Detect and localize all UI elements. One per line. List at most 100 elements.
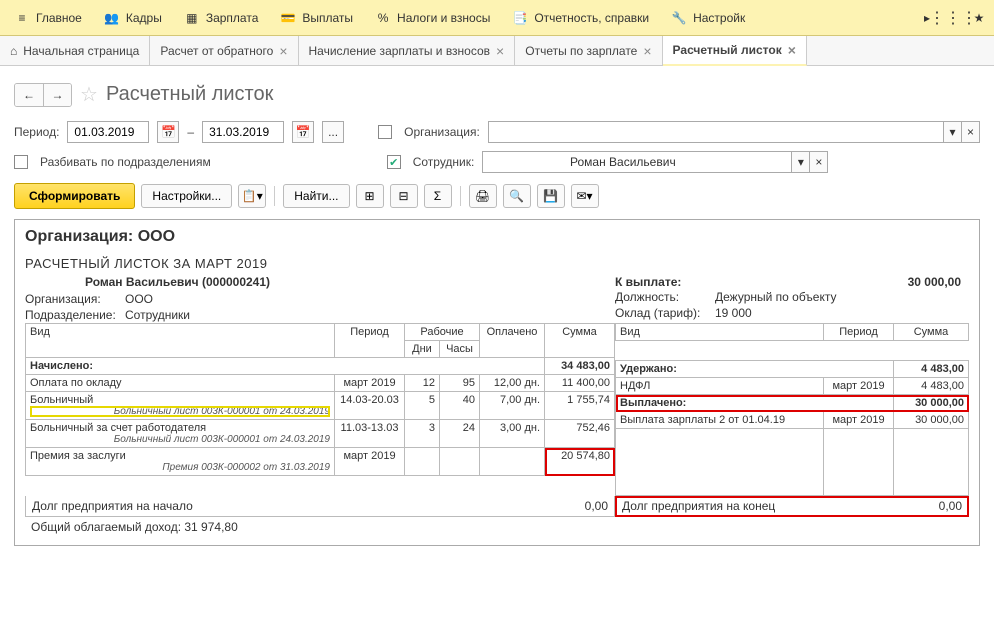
close-icon[interactable]: × bbox=[643, 43, 651, 59]
row2-period: 14.03-20.03 bbox=[335, 392, 405, 420]
report-icon: 📑 bbox=[512, 10, 528, 26]
row4-sub: Премия 003К-000002 от 31.03.2019 bbox=[30, 462, 330, 473]
separator bbox=[460, 186, 461, 206]
dropdown-icon[interactable]: ▾ bbox=[792, 151, 810, 173]
tab-home[interactable]: ⌂Начальная страница bbox=[0, 36, 150, 65]
row3-sum: 752,46 bbox=[545, 420, 615, 448]
row2-paid: 7,00 дн. bbox=[480, 392, 545, 420]
date-from[interactable] bbox=[67, 121, 149, 143]
ndfl-period: март 2019 bbox=[824, 378, 894, 395]
nav-zarplata[interactable]: ▦Зарплата bbox=[174, 4, 269, 32]
row3-paid: 3,00 дн. bbox=[480, 420, 545, 448]
tab-1[interactable]: Расчет от обратного× bbox=[150, 36, 298, 65]
tab-3-label: Отчеты по зарплате bbox=[525, 44, 637, 58]
th-dni: Дни bbox=[405, 341, 440, 358]
th-sum-r: Сумма bbox=[894, 324, 969, 341]
nav-vyplaty[interactable]: 💳Выплаты bbox=[270, 4, 363, 32]
emp-select[interactable]: Роман Васильевич bbox=[482, 151, 792, 173]
pay-val: 30 000,00 bbox=[908, 275, 961, 289]
debt-end-val: 0,00 bbox=[939, 499, 962, 513]
org-select[interactable] bbox=[488, 121, 944, 143]
sum-button[interactable]: Σ bbox=[424, 184, 452, 208]
th-vid-r: Вид bbox=[616, 324, 824, 341]
row4-vid: Премия за заслуги bbox=[30, 450, 126, 462]
accruals-table: Вид Период Рабочие Оплачено Сумма Дни Ча… bbox=[25, 323, 615, 476]
tab-home-label: Начальная страница bbox=[23, 44, 139, 58]
nav-main[interactable]: ≡Главное bbox=[4, 4, 92, 32]
close-icon[interactable]: × bbox=[279, 43, 287, 59]
close-icon[interactable]: × bbox=[496, 43, 504, 59]
row4-cell: Премия за заслугиПремия 003К-000002 от 3… bbox=[26, 448, 335, 476]
nav-back[interactable]: ← bbox=[15, 84, 43, 106]
th-sum: Сумма bbox=[545, 324, 615, 358]
close-icon[interactable]: × bbox=[788, 42, 796, 58]
emp-checkbox[interactable]: ✔ bbox=[387, 155, 401, 169]
find-button[interactable]: Найти... bbox=[283, 184, 349, 208]
pos-key: Должность: bbox=[615, 290, 715, 304]
email-button[interactable]: ✉▾ bbox=[571, 184, 599, 208]
people-icon: 👥 bbox=[104, 10, 120, 26]
tab-2-label: Начисление зарплаты и взносов bbox=[309, 44, 491, 58]
period-picker[interactable]: ... bbox=[322, 121, 344, 143]
dep-val: Сотрудники bbox=[125, 308, 190, 322]
dep-key: Подразделение: bbox=[25, 308, 125, 322]
tab-2[interactable]: Начисление зарплаты и взносов × bbox=[299, 36, 516, 65]
th-rab: Рабочие bbox=[405, 324, 480, 341]
nav-kadry[interactable]: 👥 Кадры bbox=[94, 4, 172, 32]
org-checkbox[interactable] bbox=[378, 125, 392, 139]
date-to[interactable] bbox=[202, 121, 284, 143]
collapse-button[interactable]: ⊟ bbox=[390, 184, 418, 208]
row3-period: 11.03-13.03 bbox=[335, 420, 405, 448]
apps-icon[interactable]: ⋮⋮⋮ bbox=[942, 7, 964, 29]
nav-nastroyki-label: Настройк bbox=[693, 11, 745, 25]
payout-sum: 30 000,00 bbox=[894, 412, 969, 429]
ndfl-label: НДФЛ bbox=[616, 378, 824, 395]
tab-3[interactable]: Отчеты по зарплате × bbox=[515, 36, 662, 65]
print-button[interactable]: 🖨 bbox=[469, 184, 497, 208]
nav-kadry-label: Кадры bbox=[126, 11, 162, 25]
nav-nastroyki[interactable]: 🔧 Настройк bbox=[661, 4, 755, 32]
pay-key: К выплате: bbox=[615, 275, 681, 289]
sal-val: 19 000 bbox=[715, 306, 752, 320]
row3-sub: Больничный лист 003К-000001 от 24.03.201… bbox=[30, 434, 330, 445]
nav-otchet[interactable]: 📑Отчетность, справки bbox=[502, 4, 659, 32]
wallet-icon: 💳 bbox=[280, 10, 296, 26]
nav-zarplata-label: Зарплата bbox=[206, 11, 259, 25]
paid-label: Выплачено: bbox=[616, 395, 894, 412]
split-checkbox[interactable] bbox=[14, 155, 28, 169]
row1-days: 12 bbox=[405, 375, 440, 392]
nav-nalogi[interactable]: %Налоги и взносы bbox=[365, 4, 500, 32]
submit-button[interactable]: Сформировать bbox=[14, 183, 135, 209]
page-title: Расчетный листок bbox=[106, 83, 273, 106]
row1-hours: 95 bbox=[440, 375, 480, 392]
expand-button[interactable]: ⊞ bbox=[356, 184, 384, 208]
payout-period: март 2019 bbox=[824, 412, 894, 429]
report-title: РАСЧЕТНЫЙ ЛИСТОК ЗА МАРТ 2019 bbox=[25, 256, 969, 271]
org-key: Организация: bbox=[25, 292, 125, 306]
row1-period: март 2019 bbox=[335, 375, 405, 392]
th-vid: Вид bbox=[26, 324, 335, 358]
calendar-icon[interactable]: 📅 bbox=[157, 121, 179, 143]
row3-vid: Больничный за счет работодателя bbox=[30, 422, 206, 434]
row4-period: март 2019 bbox=[335, 448, 405, 476]
save-button[interactable]: 💾 bbox=[537, 184, 565, 208]
settings-button[interactable]: Настройки... bbox=[141, 184, 232, 208]
nav-fwd[interactable]: → bbox=[43, 84, 71, 106]
find-label: Найти... bbox=[294, 189, 338, 203]
clear-icon[interactable]: × bbox=[810, 151, 828, 173]
variants-button[interactable]: 📋▾ bbox=[238, 184, 266, 208]
favorite-icon[interactable]: ☆ bbox=[80, 82, 98, 107]
dropdown-icon[interactable]: ▾ bbox=[944, 121, 962, 143]
wrench-icon: 🔧 bbox=[671, 10, 687, 26]
star-icon[interactable]: ★ bbox=[968, 7, 990, 29]
settings-label: Настройки... bbox=[152, 189, 221, 203]
org-header: Организация: ООО bbox=[25, 228, 969, 246]
row2-sub: Больничный лист 003К-000001 от 24.03.201… bbox=[30, 406, 330, 417]
calendar-icon[interactable]: 📅 bbox=[292, 121, 314, 143]
clear-icon[interactable]: × bbox=[962, 121, 980, 143]
tab-4[interactable]: Расчетный листок× bbox=[663, 36, 807, 66]
ndfl-sum: 4 483,00 bbox=[894, 378, 969, 395]
row2-hours: 40 bbox=[440, 392, 480, 420]
preview-button[interactable]: 🔍 bbox=[503, 184, 531, 208]
accrued-sum: 34 483,00 bbox=[545, 358, 615, 375]
